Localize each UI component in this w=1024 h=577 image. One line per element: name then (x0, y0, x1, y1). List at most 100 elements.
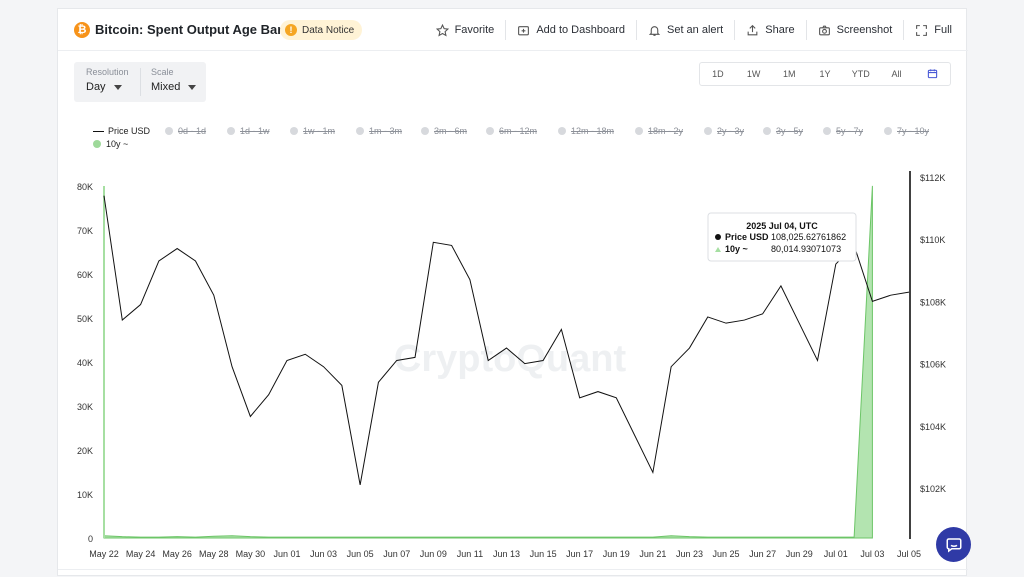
legend-item[interactable]: 1m - 3m (356, 126, 402, 136)
chevron-down-icon (113, 84, 122, 90)
y-left-tick-label: 0 (88, 534, 93, 544)
legend-item[interactable]: 1d - 1w (227, 126, 270, 136)
calendar-button[interactable] (914, 68, 950, 81)
legend-dot-marker (356, 127, 364, 135)
time-range-selector: 1D 1W 1M 1Y YTD All (699, 62, 951, 86)
page-title: Bitcoin: Spent Output Age Bands (95, 22, 301, 37)
y-left-tick-label: 10K (77, 490, 93, 500)
legend-label: Price USD (108, 126, 151, 136)
range-1w-button[interactable]: 1W (736, 69, 772, 79)
y-right-tick-label: $110K (920, 235, 945, 245)
x-tick-label: May 22 (89, 549, 119, 559)
legend-label: 18m - 2y (648, 126, 684, 136)
screenshot-button[interactable]: Screenshot (807, 20, 905, 40)
header-actions: Favorite Add to Dashboard Set an alert S… (425, 9, 968, 51)
set-alert-button[interactable]: Set an alert (637, 20, 736, 40)
y-right-tick-label: $112K (920, 173, 945, 183)
y-left-tick-label: 70K (77, 226, 93, 236)
data-notice-badge[interactable]: ! Data Notice (280, 20, 363, 40)
legend-label: 3y - 5y (776, 126, 804, 136)
fullscreen-label: Full (934, 24, 952, 36)
tooltip-band-label: 10y ~ (725, 244, 748, 254)
resolution-dropdown[interactable]: Resolution Day (86, 67, 129, 93)
tooltip-price-value: 108,025.62761862 (771, 232, 846, 242)
tooltip-price-label: Price USD (725, 232, 769, 242)
range-ytd-button[interactable]: YTD (843, 69, 879, 79)
set-alert-label: Set an alert (666, 24, 724, 36)
resolution-label: Resolution (86, 67, 129, 77)
tooltip-price-marker (715, 234, 721, 240)
x-tick-label: Jun 27 (749, 549, 776, 559)
calendar-icon (927, 68, 937, 78)
y-left-tick-label: 30K (77, 402, 93, 412)
x-tick-label: Jun 01 (273, 549, 300, 559)
bell-icon (648, 25, 661, 36)
warning-icon: ! (285, 24, 297, 36)
tooltip-band-value: 80,014.93071073 (771, 244, 841, 254)
dashboard-add-icon (518, 25, 530, 35)
scale-value: Mixed (151, 81, 181, 93)
y-left-tick-label: 60K (77, 270, 93, 280)
legend-label: 5y - 7y (836, 126, 864, 136)
y-left-tick-label: 50K (77, 314, 93, 324)
legend-item[interactable]: 3m - 6m (421, 126, 467, 136)
legend-label: 0d - 1d (178, 126, 207, 136)
star-icon (435, 23, 449, 36)
legend-item[interactable]: 12m - 18m (558, 126, 614, 136)
legend-label: 3m - 6m (434, 126, 468, 136)
chat-icon (946, 537, 961, 552)
legend-dot-marker (823, 127, 831, 135)
tooltip-date: 2025 Jul 04, UTC (746, 221, 818, 231)
legend-item[interactable]: 1w - 1m (290, 126, 335, 136)
legend-item[interactable]: Price USD (93, 126, 150, 136)
legend-dot-marker (704, 127, 712, 135)
y-right-tick-label: $102K (920, 484, 946, 494)
x-tick-label: Jun 09 (420, 549, 447, 559)
range-1y-button[interactable]: 1Y (807, 69, 843, 79)
legend-item[interactable]: 3y - 5y (763, 126, 803, 136)
x-tick-label: Jun 13 (493, 549, 520, 559)
legend-label: 6m - 12m (499, 126, 538, 136)
legend-item[interactable]: 0d - 1d (165, 126, 206, 136)
legend-item[interactable]: 18m - 2y (635, 126, 683, 136)
range-1m-button[interactable]: 1M (771, 69, 807, 79)
chat-support-button[interactable] (936, 527, 971, 562)
y-left-tick-label: 40K (77, 358, 93, 368)
x-tick-label: May 30 (236, 549, 266, 559)
legend-dot-marker (763, 127, 771, 135)
range-1d-button[interactable]: 1D (700, 69, 736, 79)
legend-label: 7y - 10y (897, 126, 930, 136)
fullscreen-button[interactable]: Full (904, 20, 968, 40)
add-to-dashboard-button[interactable]: Add to Dashboard (506, 20, 637, 40)
x-tick-label: Jul 01 (824, 549, 848, 559)
favorite-label: Favorite (454, 24, 495, 36)
legend-item[interactable]: 5y - 7y (823, 126, 863, 136)
y-right-tick-label: $104K (920, 422, 946, 432)
bitcoin-icon: ₿ (74, 22, 90, 38)
legend-dot-marker (421, 127, 429, 135)
x-tick-label: Jun 25 (713, 549, 740, 559)
legend-dot-marker (290, 127, 298, 135)
legend-dot-marker (486, 127, 494, 135)
scale-dropdown[interactable]: Scale Mixed (151, 67, 197, 93)
favorite-button[interactable]: Favorite (425, 20, 507, 40)
legend-item[interactable]: 7y - 10y (884, 126, 929, 136)
x-tick-label: Jun 07 (383, 549, 410, 559)
y-left-tick-label: 80K (77, 182, 93, 192)
chart-tooltip: 2025 Jul 04, UTCPrice USD 108,025.6276186… (707, 212, 857, 262)
x-tick-label: Jul 05 (897, 549, 921, 559)
add-to-dashboard-label: Add to Dashboard (536, 24, 625, 36)
x-tick-label: May 26 (162, 549, 192, 559)
legend-item[interactable]: 2y - 3y (704, 126, 744, 136)
range-all-button[interactable]: All (879, 69, 915, 79)
fullscreen-icon (916, 24, 928, 36)
legend-dot-marker (635, 127, 643, 135)
x-tick-label: Jun 19 (603, 549, 630, 559)
legend-dot-marker (227, 127, 235, 135)
y-right-tick-label: $108K (920, 297, 946, 307)
share-button[interactable]: Share (735, 20, 807, 40)
legend-item[interactable]: 6m - 12m (486, 126, 537, 136)
selector-divider (140, 68, 141, 96)
x-tick-label: May 24 (126, 549, 156, 559)
chevron-down-icon (188, 84, 197, 90)
